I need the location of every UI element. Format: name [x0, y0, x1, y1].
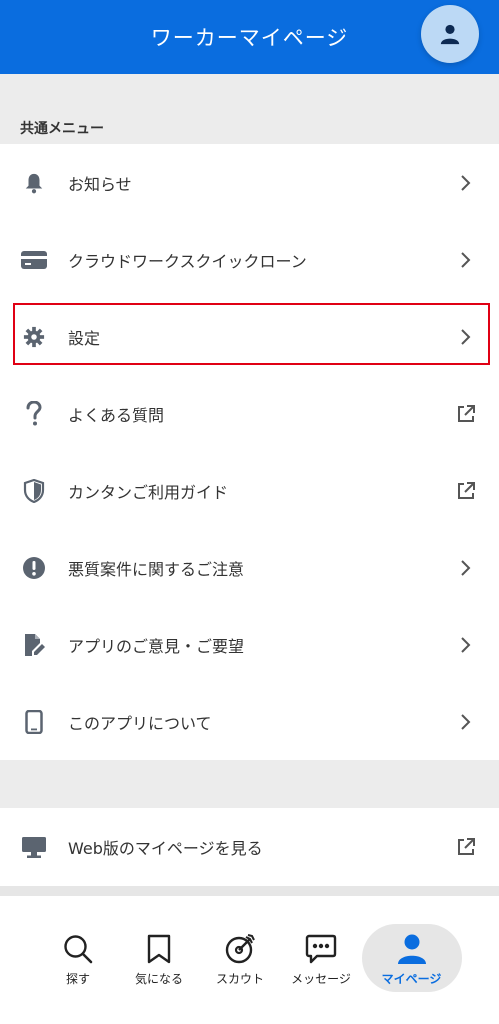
- menu-item-label: このアプリについて: [68, 713, 212, 733]
- menu-item-label: Web版のマイページを見る: [68, 838, 263, 858]
- menu-item-quick-loan[interactable]: クラウドワークスクイックローン: [0, 221, 499, 298]
- tab-mypage[interactable]: マイページ: [361, 924, 462, 992]
- bookmark-icon: [142, 932, 176, 966]
- person-icon: [440, 24, 460, 45]
- question-icon: [20, 400, 48, 428]
- menu-item-label: お知らせ: [68, 174, 132, 194]
- chevron-right-icon: [455, 249, 477, 271]
- chat-icon: [304, 932, 338, 966]
- chevron-right-icon: [455, 172, 477, 194]
- chevron-right-icon: [455, 557, 477, 579]
- document-edit-icon: [20, 631, 48, 659]
- menu-item-faq[interactable]: よくある質問: [0, 375, 499, 452]
- exclamation-icon: [20, 554, 48, 582]
- tab-favorites[interactable]: 気になる: [119, 924, 200, 992]
- tab-scout[interactable]: スカウト: [200, 924, 281, 992]
- person-icon: [395, 932, 429, 966]
- menu-item-feedback[interactable]: アプリのご意見・ご要望: [0, 606, 499, 683]
- divider: [0, 886, 499, 896]
- menu-item-label: クラウドワークスクイックローン: [68, 251, 307, 271]
- bottom-tab-bar: 探す 気になる スカウト メッセージ マイページ: [0, 896, 499, 1024]
- search-icon: [61, 932, 95, 966]
- menu-item-guide[interactable]: カンタンご利用ガイド: [0, 452, 499, 529]
- menu-item-settings[interactable]: 設定: [0, 298, 499, 375]
- tab-label: 探す: [65, 972, 90, 986]
- avatar-button[interactable]: [421, 5, 479, 63]
- tab-search[interactable]: 探す: [38, 924, 119, 992]
- tab-messages[interactable]: メッセージ: [281, 924, 362, 992]
- menu-item-label: アプリのご意見・ご要望: [68, 636, 245, 656]
- menu-item-label: カンタンご利用ガイド: [68, 482, 229, 502]
- bell-icon: [20, 169, 48, 197]
- menu-item-label: よくある質問: [68, 405, 165, 425]
- external-link-icon: [455, 836, 477, 858]
- tab-label: マイページ: [381, 972, 442, 986]
- chevron-right-icon: [455, 634, 477, 656]
- menu-item-notifications[interactable]: お知らせ: [0, 144, 499, 221]
- app-header: ワーカーマイページ: [0, 0, 499, 74]
- external-link-icon: [455, 403, 477, 425]
- page-title: ワーカーマイページ: [150, 26, 349, 50]
- target-icon: [223, 932, 257, 966]
- credit-card-icon: [20, 246, 48, 274]
- menu-item-about-app[interactable]: このアプリについて: [0, 683, 499, 760]
- external-link-icon: [455, 480, 477, 502]
- menu-item-web-mypage[interactable]: Web版のマイページを見る: [0, 808, 499, 885]
- tab-label: スカウト: [215, 972, 264, 986]
- phone-icon: [20, 708, 48, 736]
- chevron-right-icon: [455, 326, 477, 348]
- menu-item-label: 悪質案件に関するご注意: [68, 559, 245, 579]
- web-menu: Web版のマイページを見る: [0, 808, 499, 886]
- common-menu: お知らせ クラウドワークスクイックローン 設定 よくある質問 カンタンご利用ガイ…: [0, 144, 499, 760]
- monitor-icon: [20, 833, 48, 861]
- tab-label: メッセージ: [291, 972, 351, 986]
- menu-item-warning[interactable]: 悪質案件に関するご注意: [0, 529, 499, 606]
- highlight-box: [13, 303, 490, 365]
- section-label: 共通メニュー: [20, 121, 104, 137]
- shield-icon: [20, 477, 48, 505]
- tab-label: 気になる: [134, 972, 183, 986]
- chevron-right-icon: [455, 711, 477, 733]
